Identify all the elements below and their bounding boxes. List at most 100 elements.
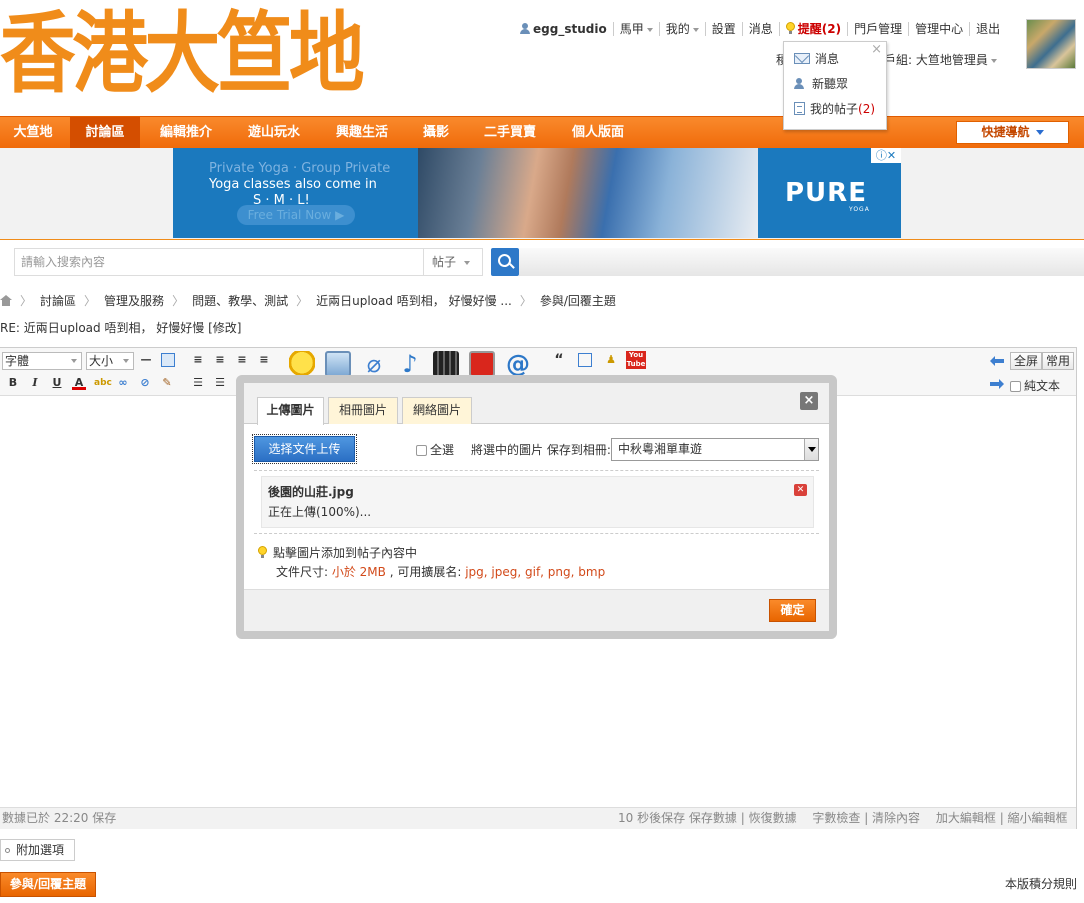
select-file-button[interactable]: 选择文件上传 bbox=[252, 434, 357, 464]
album-select-value: 中秋粵湘單車遊 bbox=[618, 442, 703, 456]
link-icon[interactable]: ∞ bbox=[116, 376, 130, 390]
search-type-select[interactable]: 帖子 bbox=[423, 248, 483, 276]
breadcrumb-link[interactable]: 近兩日upload 唔到相， 好慢好慢 ... bbox=[316, 292, 512, 309]
messages-link[interactable]: 消息 bbox=[743, 22, 780, 36]
video-icon[interactable] bbox=[433, 351, 459, 377]
align-center-icon[interactable]: ≡ bbox=[213, 353, 227, 367]
user-tag-icon[interactable]: ♟ bbox=[604, 353, 618, 367]
nav-item-home[interactable]: 大笪地 bbox=[0, 117, 66, 149]
usergroup-menu[interactable]: 用戶組: 大笪地管理員 bbox=[872, 51, 997, 68]
envelope-icon bbox=[794, 53, 810, 64]
close-icon[interactable]: × bbox=[800, 392, 818, 410]
ordered-list-icon[interactable]: ☰ bbox=[191, 376, 205, 390]
nav-item-photography[interactable]: 攝影 bbox=[408, 117, 464, 149]
majia-menu[interactable]: 馬甲 bbox=[614, 22, 660, 36]
username-link[interactable]: egg_studio bbox=[514, 22, 614, 36]
checkbox[interactable] bbox=[1010, 381, 1021, 392]
nav-item-editor-picks[interactable]: 編輯推介 bbox=[144, 117, 228, 149]
size-select-label: 大小 bbox=[89, 354, 114, 368]
undo-icon[interactable] bbox=[990, 356, 1004, 366]
submit-reply-button[interactable]: 參與/回覆主題 bbox=[0, 872, 96, 897]
select-all-checkbox[interactable]: 全選 bbox=[416, 441, 454, 458]
font-color-icon[interactable]: A bbox=[72, 376, 86, 390]
settings-link[interactable]: 設置 bbox=[706, 22, 743, 36]
reminder-link[interactable]: 提醒(2) bbox=[780, 22, 849, 36]
emoji-icon[interactable] bbox=[289, 351, 315, 377]
delete-icon[interactable]: ✕ bbox=[794, 484, 807, 496]
nav-item-travel[interactable]: 遊山玩水 bbox=[232, 117, 316, 149]
flash-icon[interactable] bbox=[469, 351, 495, 377]
tab-web-image[interactable]: 網絡圖片 bbox=[402, 397, 472, 424]
attachment-icon[interactable]: ⌀ bbox=[361, 351, 387, 377]
table-icon[interactable] bbox=[161, 353, 175, 367]
nav-item-second-hand[interactable]: 二手買賣 bbox=[468, 117, 552, 149]
nav-item-personal[interactable]: 個人版面 bbox=[556, 117, 640, 149]
advertisement[interactable]: Private Yoga · Group Private Yoga classe… bbox=[173, 148, 901, 238]
tab-upload-image[interactable]: 上傳圖片 bbox=[257, 397, 324, 425]
bold-icon[interactable]: B bbox=[6, 376, 20, 390]
quick-nav-label: 快捷導航 bbox=[981, 125, 1030, 139]
quick-nav-button[interactable]: 快捷導航 bbox=[956, 121, 1069, 144]
underline-icon[interactable]: U bbox=[50, 376, 64, 390]
reminder-label: 提醒(2) bbox=[797, 22, 842, 36]
nav-item-forum[interactable]: 討論區 bbox=[70, 117, 140, 149]
align-justify-icon[interactable]: ≡ bbox=[257, 353, 271, 367]
search-input[interactable]: 請輸入搜索內容 bbox=[14, 248, 424, 276]
confirm-button[interactable]: 確定 bbox=[769, 599, 816, 622]
portal-admin-link[interactable]: 門戶管理 bbox=[848, 22, 910, 36]
my-menu[interactable]: 我的 bbox=[660, 22, 706, 36]
checkbox[interactable] bbox=[416, 445, 427, 456]
youtube-icon[interactable]: You Tube bbox=[626, 351, 646, 369]
highlight-icon[interactable]: abc bbox=[94, 376, 112, 390]
unordered-list-icon[interactable]: ☰ bbox=[213, 376, 227, 390]
redo-icon[interactable] bbox=[990, 379, 1004, 389]
music-icon[interactable]: ♪ bbox=[397, 351, 423, 377]
clear-format-icon[interactable]: ✎ bbox=[160, 376, 174, 390]
unlink-icon[interactable]: ⊘ bbox=[138, 376, 152, 390]
breadcrumb-link[interactable]: 問題、教學、測試 bbox=[192, 292, 288, 309]
breadcrumb-link[interactable]: 討論區 bbox=[40, 292, 76, 309]
breadcrumb-separator: 〉 bbox=[20, 294, 33, 308]
editor-actions[interactable]: 10 秒後保存 保存數據 | 恢復數據 字數檢查 | 清除內容 加大編輯框 | … bbox=[618, 808, 1068, 829]
nav-item-hobbies[interactable]: 興趣生活 bbox=[320, 117, 404, 149]
attach-options-button[interactable]: 附加選項 bbox=[0, 839, 75, 861]
close-icon[interactable]: × bbox=[871, 42, 882, 57]
fullscreen-button[interactable]: 全屏 bbox=[1010, 352, 1043, 370]
search-button[interactable] bbox=[491, 248, 519, 276]
logout-link[interactable]: 退出 bbox=[970, 22, 1006, 36]
avatar[interactable] bbox=[1026, 19, 1076, 69]
breadcrumb-link[interactable]: 管理及服務 bbox=[104, 292, 164, 309]
plain-text-toggle[interactable]: 純文本 bbox=[1010, 377, 1060, 394]
size-select[interactable]: 大小 bbox=[86, 352, 134, 370]
horizontal-rule-icon[interactable]: — bbox=[139, 353, 153, 367]
credit-rules-link[interactable]: 本版積分規則 bbox=[1005, 875, 1077, 892]
chevron-down-icon bbox=[990, 58, 997, 63]
ad-choices-icon[interactable]: ⓘ✕ bbox=[871, 148, 901, 163]
italic-icon[interactable]: I bbox=[28, 376, 42, 390]
dialog-footer: 確定 bbox=[244, 589, 829, 631]
ad-cta-button[interactable]: Free Trial Now ▶ bbox=[237, 205, 355, 225]
dropdown-item-new-listeners[interactable]: 新聽眾 bbox=[784, 71, 886, 96]
align-left-icon[interactable]: ≡ bbox=[191, 353, 205, 367]
upload-file-item[interactable]: 後園的山莊.jpg 正在上傳(100%)... ✕ bbox=[261, 476, 814, 528]
image-icon[interactable] bbox=[325, 351, 351, 377]
dropdown-item-my-posts[interactable]: 我的帖子(2) bbox=[784, 96, 886, 121]
reminder-dropdown: × 消息 新聽眾 我的帖子(2) bbox=[783, 41, 887, 130]
home-icon[interactable] bbox=[0, 295, 12, 306]
at-mention-icon[interactable]: @ bbox=[505, 351, 531, 377]
quote-icon[interactable]: “ bbox=[552, 353, 566, 367]
album-select[interactable]: 中秋粵湘單車遊 bbox=[611, 438, 819, 461]
file-name: 後園的山莊.jpg bbox=[268, 485, 354, 499]
site-logo[interactable]: 香港大笪地 bbox=[0, 4, 365, 104]
font-select[interactable]: 字體 bbox=[2, 352, 82, 370]
admin-center-link[interactable]: 管理中心 bbox=[909, 22, 971, 36]
align-right-icon[interactable]: ≡ bbox=[235, 353, 249, 367]
chevron-down-icon[interactable] bbox=[804, 439, 818, 460]
breadcrumb: 〉 討論區 〉 管理及服務 〉 問題、教學、測試 〉 近兩日upload 唔到相… bbox=[0, 292, 616, 309]
tab-album-image[interactable]: 相冊圖片 bbox=[328, 397, 398, 424]
code-icon[interactable] bbox=[578, 353, 592, 367]
my-label: 我的 bbox=[665, 22, 690, 36]
upload-tip: 點擊圖片添加到帖子內容中 bbox=[258, 544, 417, 561]
common-button[interactable]: 常用 bbox=[1042, 352, 1075, 370]
spec-label: 文件尺寸: bbox=[276, 565, 332, 579]
